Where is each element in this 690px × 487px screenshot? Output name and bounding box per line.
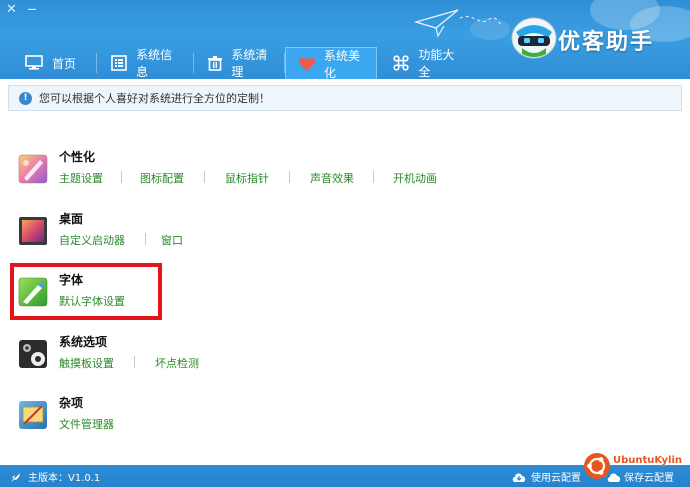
link-dead-pixel-check[interactable]: 坏点检测 <box>155 355 199 371</box>
tab-system-beautify[interactable]: 系统美化 <box>285 47 377 79</box>
link-custom-launcher[interactable]: 自定义启动器 <box>59 232 125 248</box>
section-title: 系统选项 <box>59 335 108 349</box>
robot-logo-icon <box>511 17 557 59</box>
command-icon <box>391 53 410 73</box>
version-text: 主版本：V1.0.1 <box>28 473 101 484</box>
section-system-options: 系统选项 触摸板设置 坏点检测 <box>18 333 278 375</box>
rocket-icon <box>11 471 21 482</box>
main-tabs: 首页 系统信息 系统清理 系统美化 功能大全 <box>0 47 477 79</box>
misc-tools-icon <box>19 401 47 429</box>
close-button[interactable]: ✕ <box>6 2 17 17</box>
link-touchpad-settings[interactable]: 触摸板设置 <box>59 355 114 371</box>
link-theme-settings[interactable]: 主题设置 <box>59 170 103 186</box>
desktop-screen-icon <box>19 217 47 245</box>
link-icon-config[interactable]: 图标配置 <box>140 170 184 186</box>
link-file-manager[interactable]: 文件管理器 <box>59 416 114 432</box>
tab-home[interactable]: 首页 <box>0 47 97 79</box>
tab-label: 系统信息 <box>136 48 173 79</box>
ubuntu-logo-icon <box>584 453 610 479</box>
section-links: 自定义启动器 窗口 <box>59 232 183 248</box>
paper-plane-icon <box>414 9 503 38</box>
tab-label: 功能大全 <box>418 48 455 79</box>
section-misc: 杂项 文件管理器 <box>18 394 218 436</box>
section-title: 桌面 <box>59 212 84 226</box>
monitor-icon <box>24 53 44 73</box>
link-window[interactable]: 窗口 <box>161 232 183 248</box>
brush-palette-icon <box>18 154 48 184</box>
window-controls: ✕ — <box>6 2 42 17</box>
section-title: 杂项 <box>59 396 84 410</box>
section-personalize: 个性化 主题设置 图标配置 鼠标指针 声音效果 开机动画 <box>18 148 658 190</box>
tab-label: 系统美化 <box>324 48 361 80</box>
info-message: 您可以根据个人喜好对系统进行全方位的定制！ <box>39 92 270 105</box>
list-icon <box>109 53 128 73</box>
version-info: 主版本：V1.0.1 <box>10 469 100 484</box>
link-mouse-pointer[interactable]: 鼠标指针 <box>225 170 269 186</box>
section-desktop: 桌面 自定义启动器 窗口 <box>18 210 318 252</box>
tab-label: 系统清理 <box>231 48 268 79</box>
tab-system-info[interactable]: 系统信息 <box>97 47 194 79</box>
cloud-download-icon <box>512 472 526 482</box>
use-cloud-config-button[interactable]: 使用云配置 <box>511 469 581 484</box>
info-icon: ! <box>19 91 32 105</box>
section-links: 触摸板设置 坏点检测 <box>59 355 199 371</box>
tab-system-clean[interactable]: 系统清理 <box>194 47 285 79</box>
title-header: ✕ — 优客助手 首页 系统信息 系统清理 系统美化 功能大全 <box>0 0 690 79</box>
section-links: 文件管理器 <box>59 416 114 432</box>
settings-gears-icon <box>19 340 47 368</box>
tab-feature-list[interactable]: 功能大全 <box>377 47 477 79</box>
heart-icon <box>298 54 316 74</box>
info-bar: ! 您可以根据个人喜好对系统进行全方位的定制！ <box>8 85 682 111</box>
link-boot-animation[interactable]: 开机动画 <box>393 170 437 186</box>
highlight-box <box>10 263 162 320</box>
link-sound-effects[interactable]: 声音效果 <box>310 170 354 186</box>
use-cloud-config-label: 使用云配置 <box>531 473 581 484</box>
section-title: 个性化 <box>59 150 96 164</box>
watermark-text: UbuntuKylin <box>613 455 683 466</box>
section-links: 主题设置 图标配置 鼠标指针 声音效果 开机动画 <box>59 170 437 186</box>
ubuntukylin-watermark: UbuntuKylin <box>583 452 683 482</box>
minimize-button[interactable]: — <box>27 5 36 15</box>
tab-label: 首页 <box>52 56 77 71</box>
trash-icon <box>206 53 223 73</box>
brand-name: 优客助手 <box>558 30 655 55</box>
